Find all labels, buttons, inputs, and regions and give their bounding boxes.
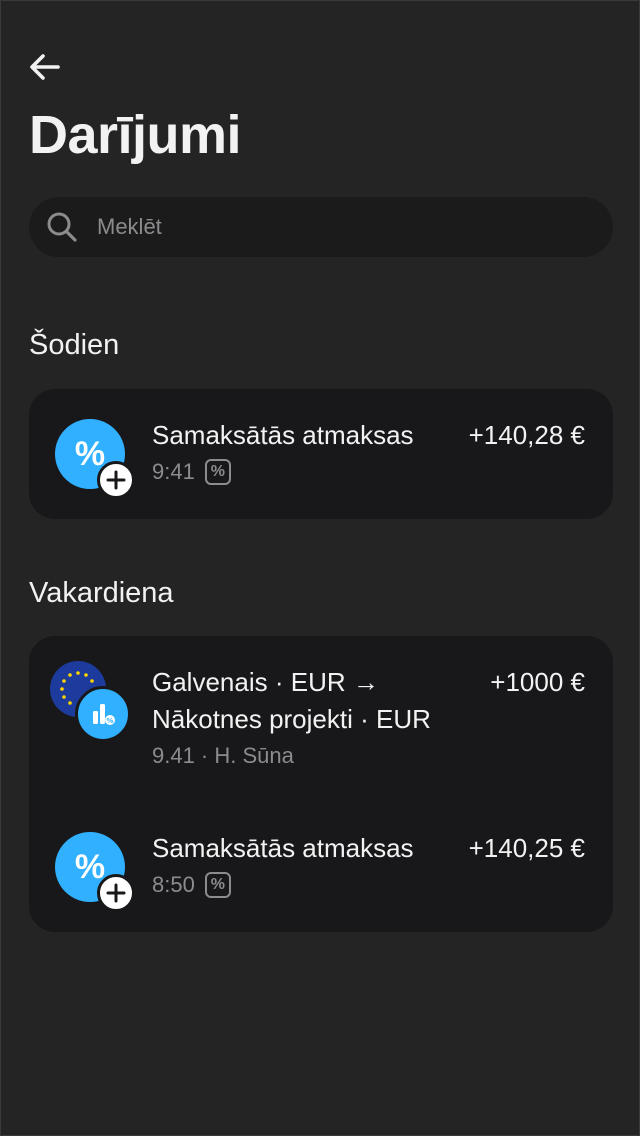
transaction-row[interactable]: % Samaksātās atmaksas +140,25 € 8:50 %	[29, 802, 613, 932]
transaction-time: 8:50	[152, 872, 195, 897]
plus-icon	[97, 461, 135, 499]
transaction-row[interactable]: % Samaksātās atmaksas +140,28 € 9:41 %	[29, 389, 613, 519]
transfer-avatar: %	[50, 661, 131, 742]
transaction-avatar: %	[55, 832, 135, 912]
search-icon	[45, 210, 79, 244]
section-title-today: Šodien	[29, 329, 120, 361]
transaction-meta: 9:41 %	[152, 457, 231, 487]
search-bar[interactable]	[29, 197, 613, 257]
transactions-card-yesterday: % Galvenais · EUR → Nākotnes projekti · …	[29, 636, 613, 932]
transfer-title-to: Nākotnes projekti · EUR	[152, 704, 431, 734]
screen: Darījumi Šodien % Samaksātās atmaksas +1…	[0, 0, 640, 1136]
back-button[interactable]	[25, 47, 65, 87]
arrow-left-icon	[30, 54, 60, 80]
transaction-amount: +140,28 €	[468, 420, 585, 450]
transaction-title: Samaksātās atmaksas	[152, 420, 414, 450]
svg-text:%: %	[106, 717, 113, 725]
cashback-tag: %	[204, 459, 231, 485]
transaction-time: 9:41	[152, 459, 195, 484]
transaction-meta: 8:50 %	[152, 870, 231, 900]
transaction-amount: +1000 €	[490, 667, 585, 697]
transaction-row[interactable]: % Galvenais · EUR → Nākotnes projekti · …	[29, 636, 613, 796]
page-title: Darījumi	[29, 105, 242, 165]
chart-bars-icon: %	[75, 686, 131, 742]
transaction-subtitle: 9.41 · H. Sūna	[152, 743, 294, 768]
transaction-avatar: %	[55, 419, 135, 499]
transaction-amount: +140,25 €	[468, 833, 585, 863]
plus-icon	[97, 874, 135, 912]
section-title-yesterday: Vakardiena	[29, 577, 174, 609]
transaction-meta: 9.41 · H. Sūna	[152, 741, 294, 771]
transactions-card-today: % Samaksātās atmaksas +140,28 € 9:41 %	[29, 389, 613, 519]
cashback-tag: %	[204, 872, 231, 898]
search-input[interactable]	[95, 213, 579, 241]
transfer-title-from: Galvenais · EUR →	[152, 667, 379, 697]
transaction-title: Samaksātās atmaksas	[152, 833, 414, 863]
